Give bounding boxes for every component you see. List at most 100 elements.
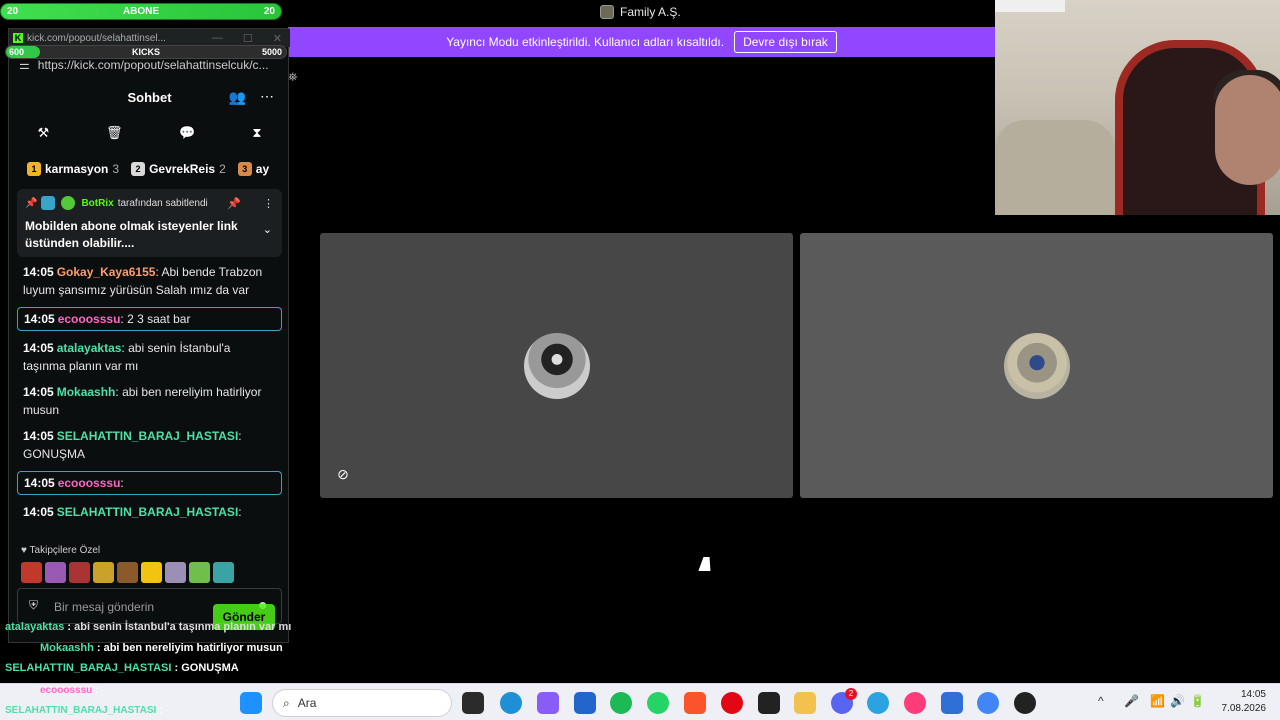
chat-message[interactable]: 14:05 SELAHATTIN_BARAJ_HASTASI: GONUŞMA	[9, 427, 290, 463]
file-explorer-icon[interactable]	[794, 692, 816, 714]
message-time: 14:05	[23, 385, 54, 399]
unpin-icon[interactable]: 📌	[227, 197, 241, 210]
wifi-icon[interactable]: 📶	[1150, 694, 1165, 708]
chat-header: Sohbet 👥 ⋯	[9, 85, 290, 111]
leaderboard-entry[interactable]: 2 GevrekReis 2	[131, 159, 226, 179]
mic-off-icon: ⊘	[337, 466, 349, 482]
app-icon[interactable]	[941, 692, 963, 714]
message-username[interactable]: Mokaashh	[57, 385, 116, 399]
participant-tile[interactable]: ⊘	[320, 233, 793, 498]
maximize-icon[interactable]: ☐	[243, 32, 253, 45]
ban-hammer-icon[interactable]: ⚒	[37, 125, 49, 145]
message-text: GONUŞMA	[23, 447, 86, 461]
message-username[interactable]: ecooosssu	[58, 476, 121, 490]
emote[interactable]	[165, 562, 186, 583]
overlay-chat-line: ecooosssu :	[40, 685, 99, 696]
clock-time: 14:05	[1240, 689, 1266, 700]
mouse-cursor	[698, 557, 716, 571]
message-username[interactable]: SELAHATTIN_BARAJ_HASTASI	[57, 429, 239, 443]
emote[interactable]	[69, 562, 90, 583]
kicks-goal-bar: 600 KICKS 5000	[5, 45, 287, 59]
chat-message[interactable]: 14:05 SELAHATTIN_BARAJ_HASTASI:	[9, 503, 290, 521]
leaderboard-entry[interactable]: 1 karmasyon 3	[27, 159, 119, 179]
kicks-goal: 5000	[261, 47, 282, 57]
window-controls	[995, 0, 1065, 12]
shield-icon[interactable]: ⛨	[29, 598, 38, 613]
overlay-user: ecooosssu	[40, 685, 93, 696]
discord-icon[interactable]: 2	[831, 688, 857, 714]
mod-tools: ⚒ 🗑 💬 ⧗	[9, 125, 290, 145]
telegram-icon[interactable]	[867, 692, 889, 714]
whatsapp-icon[interactable]	[647, 692, 669, 714]
overlay-user: Mokaashh	[40, 642, 94, 654]
more-options-icon[interactable]: ⋯	[260, 88, 274, 105]
opera-icon[interactable]	[721, 692, 743, 714]
taskbar-search[interactable]: ⌕ Ara	[272, 689, 452, 717]
pinned-more-icon[interactable]: ⋮	[263, 197, 274, 210]
message-username[interactable]: SELAHATTIN_BARAJ_HASTASI	[57, 505, 239, 519]
overlay-text: abi ben nereliyim hatirliyor musun	[103, 642, 283, 654]
message-username[interactable]: Gokay_Kaya6155	[57, 265, 156, 279]
copilot-icon[interactable]	[537, 692, 559, 714]
obs-icon[interactable]	[1014, 692, 1036, 714]
chat-messages: 14:05 Gokay_Kaya6155: Abi bende Trabzon l…	[9, 263, 290, 529]
address-bar[interactable]: ⚌ https://kick.com/popout/selahattinselc…	[9, 57, 290, 73]
leaderboard-count: 3	[112, 162, 120, 176]
overlay-user: SELAHATTIN_BARAJ_HASTASI	[5, 662, 172, 674]
message-username[interactable]: atalayaktas	[57, 341, 122, 355]
message-time: 14:05	[24, 476, 55, 490]
chevron-down-icon[interactable]: ⌄	[263, 223, 272, 236]
disable-streamer-mode-button[interactable]: Devre dışı bırak	[734, 31, 837, 53]
overlay-chat-line: SELAHATTIN_BARAJ_HASTASI :	[5, 705, 163, 716]
chat-message[interactable]: 14:05 atalayaktas: abi senin İstanbul'a t…	[9, 339, 290, 375]
task-view-icon[interactable]	[462, 692, 484, 714]
overlay-chat-line: Mokaashh : abi ben nereliyim hatirliyor …	[40, 642, 283, 654]
leaderboard-name: GevrekReis	[149, 162, 216, 176]
emote[interactable]	[141, 562, 162, 583]
trash-icon[interactable]: 🗑	[106, 125, 123, 145]
close-icon[interactable]: ✕	[273, 32, 282, 45]
brave-icon[interactable]	[684, 692, 706, 714]
pinned-message[interactable]: 📌 BotRix tarafından sabitlendi 📌 ⋮ Mobil…	[17, 189, 282, 257]
chrome-icon[interactable]	[977, 692, 999, 714]
clock[interactable]: 14:05 7.08.2026	[1222, 688, 1267, 716]
chat-message[interactable]: 14:05 ecooosssu:	[17, 471, 282, 495]
game-icon[interactable]	[758, 692, 780, 714]
message-separator: :	[238, 505, 242, 519]
microphone-icon[interactable]: 🎤	[1124, 694, 1139, 708]
streamer-face	[1215, 75, 1280, 185]
spotify-icon[interactable]	[610, 692, 632, 714]
overlay-text: abi senin İstanbul'a taşınma planın var …	[74, 621, 292, 633]
volume-icon[interactable]: 🔊	[1170, 694, 1185, 708]
emote[interactable]	[45, 562, 66, 583]
emote[interactable]	[213, 562, 234, 583]
chat-bubble-icon[interactable]: 💬	[179, 125, 195, 145]
battery-icon[interactable]: 🔋	[1190, 694, 1205, 708]
site-settings-icon[interactable]: ⚌	[19, 58, 30, 72]
participant-tile[interactable]	[800, 233, 1273, 498]
message-separator: :	[120, 476, 124, 490]
leaderboard-entry[interactable]: 3 ay	[237, 159, 273, 179]
emote[interactable]	[93, 562, 114, 583]
chat-message[interactable]: 14:05 Mokaashh: abi ben nereliyim hatirli…	[9, 383, 290, 419]
emote[interactable]	[21, 562, 42, 583]
chat-message[interactable]: 14:05 ecooosssu: 2 3 saat bar	[17, 307, 282, 331]
pin-icon: 📌	[25, 197, 38, 209]
minimize-icon[interactable]: —	[212, 32, 223, 45]
opera-gx-icon[interactable]	[904, 692, 926, 714]
hourglass-icon[interactable]: ⧗	[252, 125, 261, 145]
app-icon[interactable]	[574, 692, 596, 714]
edge-icon[interactable]	[500, 692, 522, 714]
add-person-icon[interactable]: ⛯	[288, 70, 302, 84]
overlay-chat-line: atalayaktas : abi senin İstanbul'a taşın…	[5, 621, 292, 633]
message-username[interactable]: ecooosssu	[58, 312, 121, 326]
users-icon[interactable]: 👥	[229, 89, 246, 106]
windows-start-icon[interactable]	[240, 692, 262, 714]
pinned-author: BotRix	[81, 197, 114, 209]
webcam-feed	[995, 0, 1280, 215]
chevron-up-icon[interactable]: ^	[1098, 694, 1104, 708]
emote[interactable]	[117, 562, 138, 583]
message-separator: :	[238, 429, 242, 443]
chat-message[interactable]: 14:05 Gokay_Kaya6155: Abi bende Trabzon l…	[9, 263, 290, 299]
emote[interactable]	[189, 562, 210, 583]
